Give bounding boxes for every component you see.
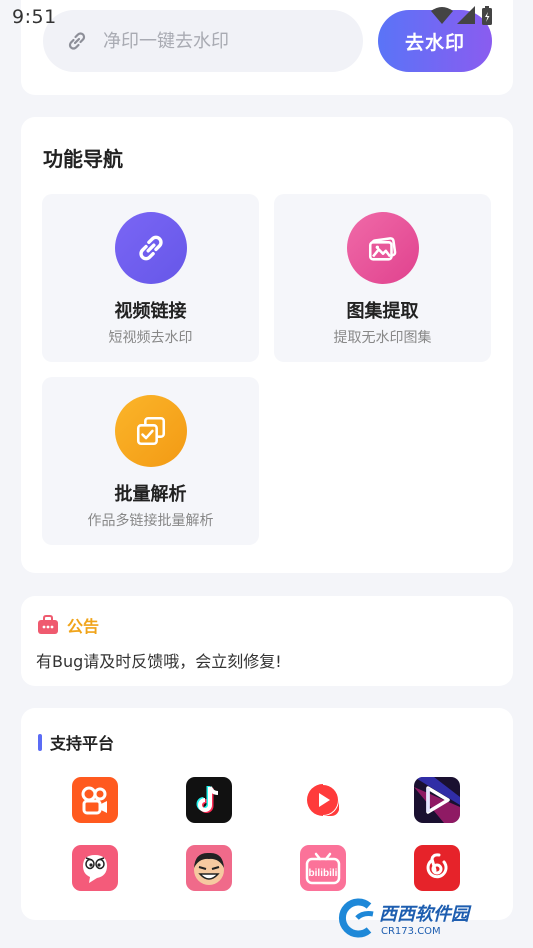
notice-title: 公告 [67, 617, 100, 636]
status-bar: 9:51 [0, 0, 533, 34]
tile-title: 视频链接 [114, 301, 187, 322]
video-link-badge [115, 212, 187, 284]
tile-title: 图集提取 [346, 301, 419, 322]
tile-subtitle: 提取无水印图集 [333, 330, 432, 346]
tile-title: 批量解析 [114, 484, 187, 505]
site-watermark-logo: 西西软件园 CR173.COM [333, 896, 513, 940]
link-icon [139, 235, 163, 261]
weishi-icon[interactable] [300, 777, 346, 823]
section-accent-bar [38, 733, 42, 751]
kuaishou-icon[interactable] [72, 777, 118, 823]
gallery-badge [347, 212, 419, 284]
tile-gallery-extract[interactable]: 图集提取 提取无水印图集 [274, 194, 491, 362]
status-time: 9:51 [12, 6, 57, 28]
nav-title: 功能导航 [43, 147, 123, 171]
tiktok-icon[interactable] [186, 777, 232, 823]
notice-header: 公告 [37, 613, 99, 637]
svg-text:bilibili: bilibili [309, 868, 338, 879]
notice-card: 公告 有Bug请及时反馈哦，会立刻修复! [21, 596, 513, 686]
signal-icon [457, 6, 475, 24]
function-nav-card: 功能导航 视频链接 短视频去水印 图集提取 提取无水印图集 批量解析 作品多链接… [21, 117, 513, 573]
stack-icon [136, 416, 166, 446]
battery-icon [482, 6, 492, 25]
tile-batch-parse[interactable]: 批量解析 作品多链接批量解析 [42, 377, 259, 545]
cr-logo-icon [338, 898, 374, 938]
status-icons [431, 6, 493, 26]
watermark-subtext: CR173.COM [381, 925, 441, 937]
tile-subtitle: 作品多链接批量解析 [87, 513, 214, 529]
batch-badge [115, 395, 187, 467]
notice-bag-icon [38, 615, 58, 634]
wifi-icon [431, 7, 453, 24]
watermark-text: 西西软件园 [379, 903, 469, 925]
pipixia-icon[interactable] [72, 845, 118, 891]
platforms-header: 支持平台 [38, 730, 114, 754]
platforms-title: 支持平台 [50, 734, 115, 753]
bilibili-icon[interactable]: bilibili [300, 845, 346, 891]
image-icon [368, 237, 397, 261]
notice-text: 有Bug请及时反馈哦，会立刻修复! [36, 652, 282, 671]
tile-subtitle: 短视频去水印 [108, 330, 193, 346]
tile-video-link[interactable]: 视频链接 短视频去水印 [42, 194, 259, 362]
zuiyou-icon[interactable] [186, 845, 232, 891]
video-platform-icon[interactable] [414, 777, 460, 823]
netease-music-icon[interactable] [414, 845, 460, 891]
platforms-card: 支持平台 bilibili [21, 708, 513, 920]
